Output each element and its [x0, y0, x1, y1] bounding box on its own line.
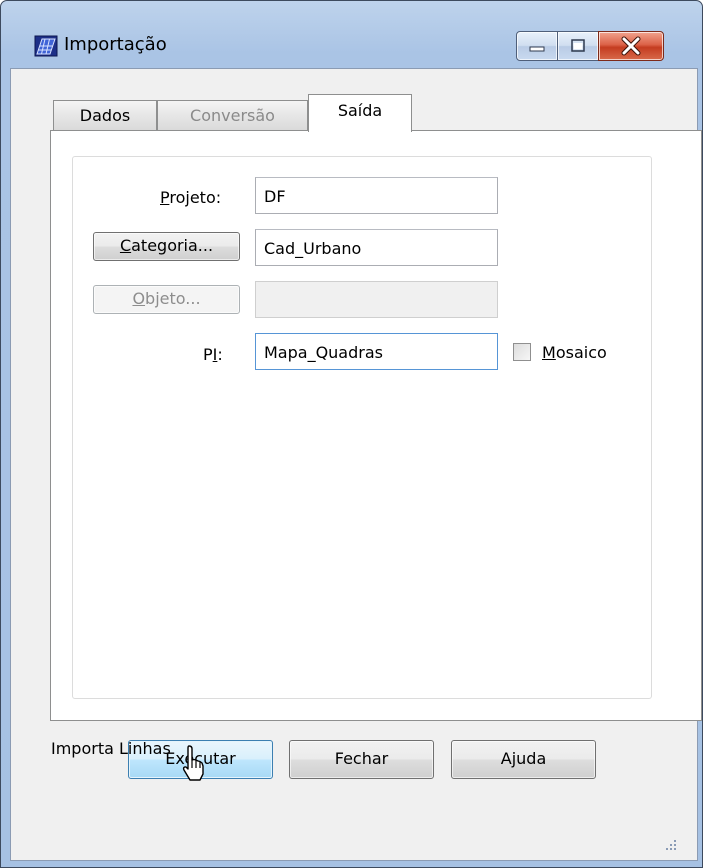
grid-map-icon: [34, 35, 58, 57]
categoria-button[interactable]: Categoria...: [93, 232, 240, 261]
mosaico-label[interactable]: Mosaico: [542, 343, 607, 362]
ajuda-button[interactable]: Ajuda: [451, 740, 596, 779]
mouse-pointer-icon: [182, 745, 204, 781]
window-title: Importação: [64, 34, 167, 55]
tab-dados[interactable]: Dados: [53, 100, 157, 131]
categoria-field[interactable]: Cad_Urbano: [255, 229, 498, 266]
mosaico-checkbox[interactable]: [513, 343, 531, 361]
close-button[interactable]: [598, 31, 664, 61]
maximize-button[interactable]: [557, 31, 599, 61]
title-bar[interactable]: Importação: [1, 1, 702, 61]
projeto-field[interactable]: DF: [255, 177, 498, 214]
maximize-icon: [571, 39, 585, 52]
objeto-button: Objeto...: [93, 285, 240, 314]
objeto-field: [255, 281, 498, 318]
tab-panel-saida: Projeto: DF Categoria... Cad_Urbano Obje…: [50, 130, 702, 721]
resize-grip-icon[interactable]: [665, 839, 677, 851]
pi-label: PI:: [203, 345, 223, 364]
fechar-button[interactable]: Fechar: [289, 740, 434, 779]
projeto-label: Projeto:: [160, 188, 222, 207]
tab-conversao: Conversão: [157, 100, 308, 131]
tab-saida[interactable]: Saída: [308, 94, 412, 132]
minimize-icon: [529, 46, 545, 52]
minimize-button[interactable]: [516, 31, 558, 61]
output-group-box: Projeto: DF Categoria... Cad_Urbano Obje…: [72, 156, 652, 699]
close-icon: [621, 36, 641, 56]
status-text: Importa Linhas: [51, 739, 171, 758]
importacao-window: Importação Dados Conversão Saída Projeto…: [0, 0, 703, 868]
pi-field[interactable]: Mapa_Quadras: [255, 333, 498, 370]
